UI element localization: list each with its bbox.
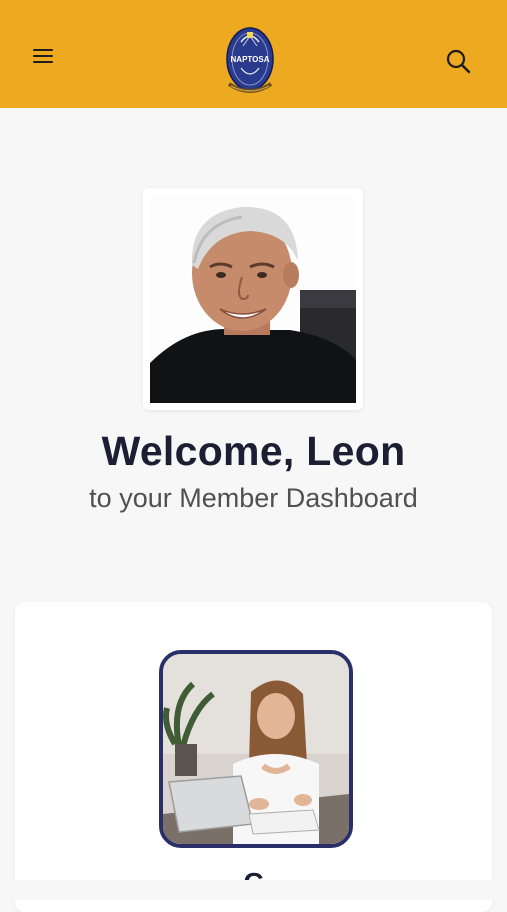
profile-photo[interactable] xyxy=(150,195,356,403)
welcome-heading: Welcome, Leon xyxy=(101,428,406,474)
naptosa-logo-image: NAPTOSA xyxy=(226,27,274,93)
naptosa-logo[interactable]: NAPTOSA xyxy=(219,22,281,98)
app-header: NAPTOSA xyxy=(0,0,507,108)
profile-photo-frame xyxy=(143,188,363,410)
profile-photo-image xyxy=(150,195,356,403)
search-icon[interactable] xyxy=(441,44,475,78)
card-image[interactable] xyxy=(159,650,353,848)
woman-laptop-image xyxy=(163,654,349,844)
bottom-overlay xyxy=(0,880,507,900)
dashboard-card[interactable]: C xyxy=(15,602,492,912)
welcome-subtitle: to your Member Dashboard xyxy=(89,483,418,513)
hamburger-menu-icon[interactable] xyxy=(26,40,60,74)
logo-text: NAPTOSA xyxy=(231,55,270,64)
